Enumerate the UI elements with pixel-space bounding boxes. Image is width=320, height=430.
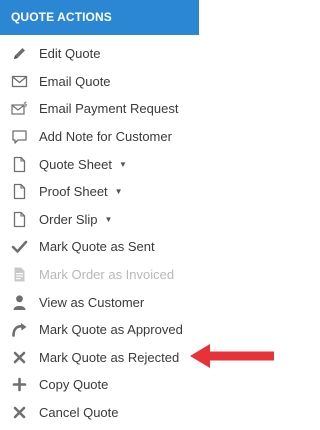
invoice-icon	[11, 266, 28, 283]
menu-item-label: Copy Quote	[39, 377, 109, 393]
menu-item-label: Mark Order as Invoiced	[39, 267, 175, 283]
caret-down-icon: ▼	[119, 159, 127, 169]
caret-down-icon: ▼	[114, 187, 123, 197]
document-icon	[11, 211, 28, 228]
x-icon	[11, 349, 28, 366]
menu-item-quote-sheet[interactable]: Quote Sheet ▼	[0, 150, 230, 178]
menu-item-label: Email Quote	[39, 73, 111, 89]
menu-item-add-note-for-customer[interactable]: Add Note for Customer	[0, 123, 230, 151]
menu-item-label: Email Payment Request	[39, 101, 179, 117]
plus-icon	[11, 376, 28, 393]
envelope-dollar-icon: $	[11, 100, 28, 117]
menu-item-label: Mark Quote as Approved	[39, 322, 183, 338]
document-icon	[11, 183, 28, 200]
menu-item-label: Quote Sheet ▼	[39, 156, 127, 172]
menu-item-label: View as Customer	[39, 294, 145, 310]
menu-item-copy-quote[interactable]: Copy Quote	[0, 371, 230, 399]
menu-item-label: Edit Quote	[39, 46, 101, 62]
envelope-icon	[11, 73, 28, 90]
menu-item-mark-order-as-invoiced: Mark Order as Invoiced	[0, 261, 230, 289]
quote-actions-page: QUOTE ACTIONS Edit Quote Email Quote $ E…	[0, 0, 280, 430]
checkmark-icon	[11, 238, 28, 255]
menu-item-cancel-quote[interactable]: Cancel Quote	[0, 399, 230, 427]
menu-item-label: Proof Sheet ▼	[39, 184, 123, 200]
menu-item-edit-quote[interactable]: Edit Quote	[0, 40, 230, 68]
menu-item-label: Mark Quote as Rejected	[39, 349, 180, 365]
menu-item-label: Add Note for Customer	[39, 129, 172, 145]
svg-text:$: $	[23, 101, 27, 109]
menu-item-label: Cancel Quote	[39, 405, 119, 421]
menu-item-label: Order Slip ▼	[39, 211, 113, 227]
menu-item-email-payment-request[interactable]: $ Email Payment Request	[0, 95, 230, 123]
x-icon	[11, 404, 28, 421]
menu-item-order-slip[interactable]: Order Slip ▼	[0, 206, 230, 234]
menu-item-mark-quote-as-sent[interactable]: Mark Quote as Sent	[0, 233, 230, 261]
document-icon	[11, 156, 28, 173]
redo-icon	[11, 321, 28, 338]
quote-actions-header: QUOTE ACTIONS	[0, 0, 199, 35]
comment-icon	[11, 128, 28, 145]
menu-item-label: Mark Quote as Sent	[39, 239, 155, 255]
menu-item-view-as-customer[interactable]: View as Customer	[0, 288, 230, 316]
caret-down-icon: ▼	[104, 214, 113, 224]
menu-item-proof-sheet[interactable]: Proof Sheet ▼	[0, 178, 230, 206]
menu-item-email-quote[interactable]: Email Quote	[0, 68, 230, 96]
annotation-arrow-icon	[190, 344, 274, 368]
pencil-icon	[11, 45, 28, 62]
user-icon	[11, 294, 28, 311]
